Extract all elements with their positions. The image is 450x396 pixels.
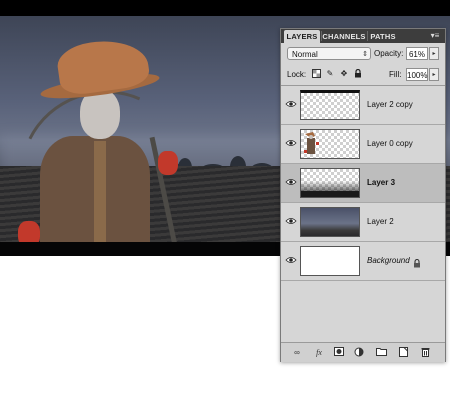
canvas-top-border <box>0 0 450 16</box>
lock-options-row: Lock: ✎ ✥ Fill: 100% ▸ <box>281 65 445 86</box>
layer-row[interactable]: Background <box>281 242 445 281</box>
layer-thumbnail <box>300 246 360 276</box>
layer-thumbnail <box>300 168 360 198</box>
panel-tab-bar: LAYERS CHANNELS PATHS ▾≡ <box>281 29 445 43</box>
lock-label: Lock: <box>287 70 307 79</box>
new-group-icon[interactable] <box>375 347 387 358</box>
left-glove <box>18 221 40 242</box>
adjustment-layer-icon[interactable] <box>353 347 365 358</box>
right-glove <box>158 151 178 175</box>
add-mask-icon[interactable] <box>333 347 345 358</box>
new-layer-icon[interactable] <box>397 347 409 358</box>
link-layers-icon[interactable]: ∞ <box>291 347 303 358</box>
layer-name: Layer 2 copy <box>367 100 413 109</box>
layer-name: Background <box>367 256 410 265</box>
lock-icon <box>413 255 421 268</box>
layer-row-selected[interactable]: Layer 3 <box>281 164 445 203</box>
rope-belt <box>94 141 106 242</box>
add-layer-style-icon[interactable]: fx <box>313 347 325 358</box>
tab-channels[interactable]: CHANNELS <box>322 30 366 43</box>
layer-name: Layer 3 <box>367 178 396 187</box>
layers-footer-toolbar: ∞ fx <box>281 342 445 362</box>
opacity-slider-toggle[interactable]: ▸ <box>429 47 439 60</box>
opacity-input[interactable]: 61% <box>406 47 428 60</box>
layer-row[interactable]: Layer 2 <box>281 203 445 242</box>
fill-slider-toggle[interactable]: ▸ <box>429 68 439 81</box>
lock-position-icon[interactable]: ✥ <box>339 69 349 79</box>
layer-thumbnail <box>300 129 360 159</box>
layers-panel: LAYERS CHANNELS PATHS ▾≡ Normal ⇕ Opacit… <box>280 28 446 362</box>
eye-icon[interactable] <box>285 255 297 265</box>
layer-row[interactable]: Layer 2 copy <box>281 86 445 125</box>
layer-row[interactable]: Layer 0 copy <box>281 125 445 164</box>
lock-transparent-pixels-icon[interactable] <box>311 69 321 79</box>
fill-input[interactable]: 100% <box>406 68 428 81</box>
select-arrows-icon: ⇕ <box>362 51 368 58</box>
blend-mode-value: Normal <box>292 50 318 59</box>
eye-icon[interactable] <box>285 216 297 226</box>
eye-icon[interactable] <box>285 138 297 148</box>
panel-menu-icon[interactable]: ▾≡ <box>429 31 441 41</box>
lock-all-icon[interactable] <box>353 68 363 79</box>
layers-list: Layer 2 copy Layer 0 copy Layer 3 Layer … <box>281 86 445 342</box>
layer-thumbnail <box>300 90 360 120</box>
tab-paths[interactable]: PATHS <box>368 30 398 43</box>
scarecrow-figure <box>0 34 208 242</box>
eye-icon[interactable] <box>285 99 297 109</box>
layer-name: Layer 0 copy <box>367 139 413 148</box>
blend-options-row: Normal ⇕ Opacity: 61% ▸ <box>281 43 445 65</box>
blend-mode-select[interactable]: Normal ⇕ <box>287 47 371 60</box>
opacity-label: Opacity: <box>374 49 404 58</box>
layer-thumbnail <box>300 207 360 237</box>
tab-layers[interactable]: LAYERS <box>284 30 320 43</box>
delete-layer-icon[interactable] <box>419 347 431 358</box>
lock-image-pixels-icon[interactable]: ✎ <box>325 69 335 79</box>
fill-label: Fill: <box>389 70 402 79</box>
layer-name: Layer 2 <box>367 217 394 226</box>
eye-icon[interactable] <box>285 177 297 187</box>
